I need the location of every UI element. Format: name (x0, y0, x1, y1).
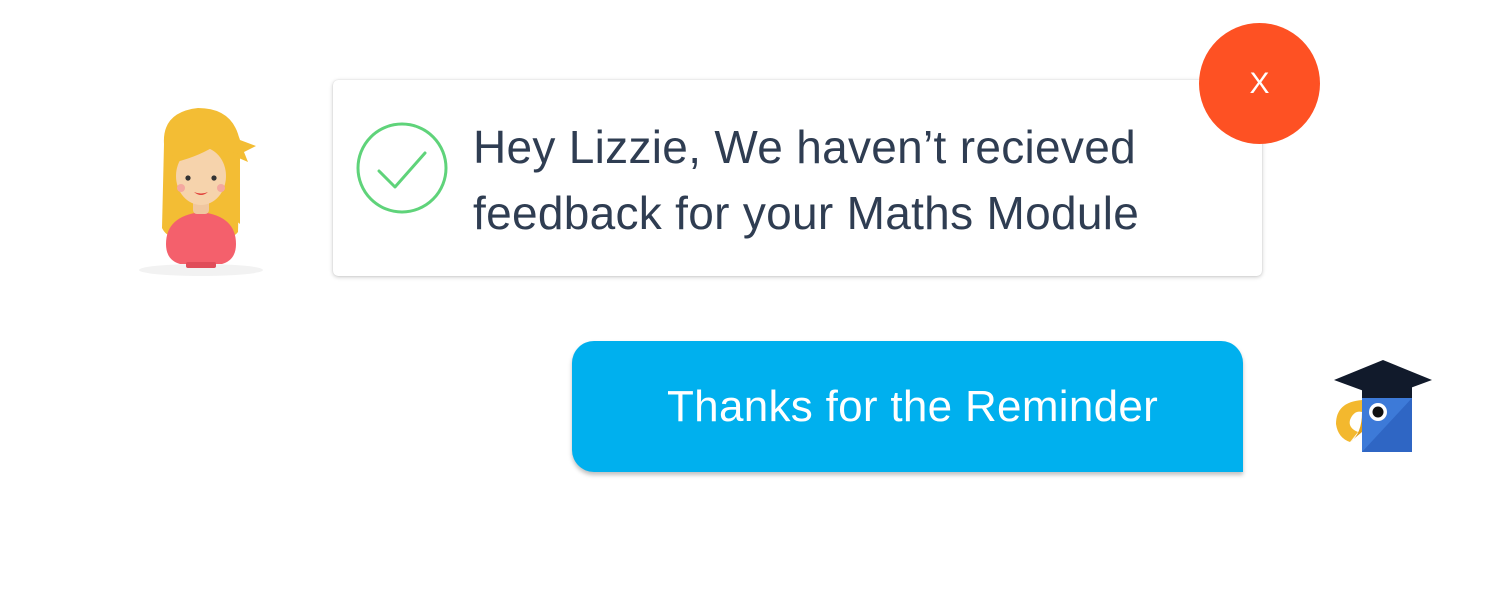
notification-message: Hey Lizzie, We haven’t recieved feedback … (473, 114, 1243, 246)
checkmark-circle-icon (356, 122, 448, 214)
chat-stage: Hey Lizzie, We haven’t recieved feedback … (0, 0, 1496, 600)
reply-thanks-button[interactable]: Thanks for the Reminder (572, 341, 1243, 472)
parrot-graduation-cap-icon (1334, 360, 1432, 452)
close-button[interactable]: X (1199, 23, 1320, 144)
girl-avatar-icon (139, 108, 263, 276)
notification-card: Hey Lizzie, We haven’t recieved feedback … (333, 80, 1262, 276)
notification-message-line2: feedback for your Maths Module (473, 187, 1140, 239)
notification-message-line1: Hey Lizzie, We haven’t recieved (473, 121, 1136, 173)
